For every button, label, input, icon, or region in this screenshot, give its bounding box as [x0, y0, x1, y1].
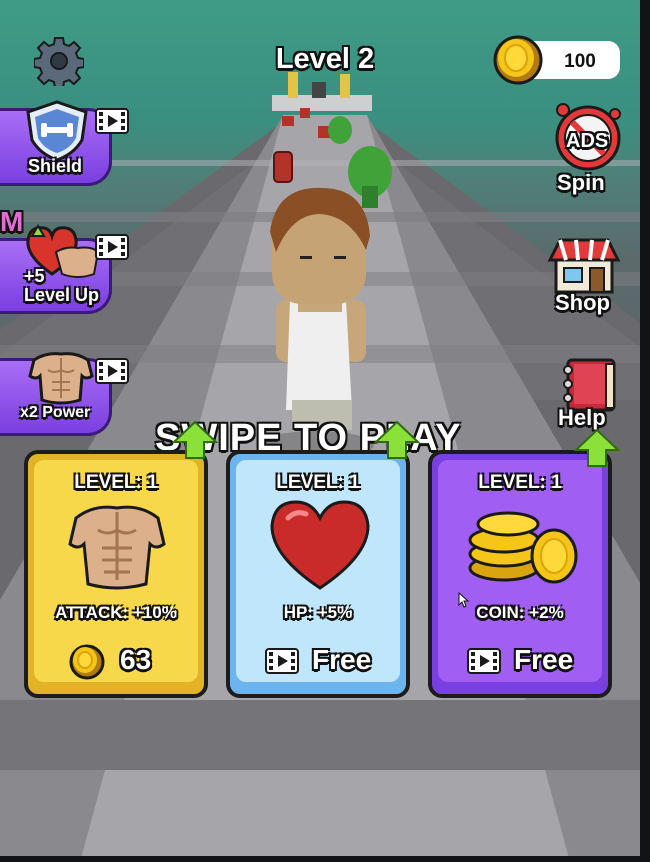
coin-cost[interactable]: Free	[514, 644, 573, 676]
attack-cost[interactable]: 63	[120, 644, 151, 676]
card-level: LEVEL: 1	[478, 472, 562, 493]
window-frame-bottom	[0, 856, 650, 862]
video-ad-icon	[95, 358, 129, 384]
card-stat: HP: +5%	[283, 603, 353, 622]
card-level: LEVEL: 1	[74, 472, 158, 493]
card-stat: ATTACK: +10%	[55, 603, 177, 622]
hp-upgrade-card[interactable]: LEVEL: 1 HP: +5% Free	[226, 450, 410, 698]
level-up-label: Level Up	[24, 285, 100, 305]
video-ad-icon	[467, 648, 501, 674]
window-frame-right	[640, 0, 650, 862]
edge-letter: M	[0, 206, 24, 237]
gold-coin-icon	[69, 644, 105, 680]
heart-icon	[270, 500, 370, 590]
gold-coin-icon	[493, 35, 543, 85]
spin-label[interactable]: Spin	[557, 170, 605, 196]
video-ad-icon	[95, 108, 129, 134]
upgrade-arrow-icon	[172, 420, 218, 459]
coin-upgrade-card[interactable]: LEVEL: 1 COIN: +2% Free	[428, 450, 612, 698]
coin-count: 100	[564, 51, 596, 72]
video-ad-icon	[265, 648, 299, 674]
level-up-amount: +5	[24, 266, 45, 286]
hp-cost[interactable]: Free	[312, 644, 371, 676]
upgrade-arrow-icon	[374, 420, 420, 459]
mouse-cursor-icon	[458, 592, 470, 608]
muscle-torso-icon	[28, 352, 94, 405]
video-ad-icon	[95, 234, 129, 260]
card-level: LEVEL: 1	[276, 472, 360, 493]
shop-icon[interactable]	[546, 236, 622, 294]
shield-icon	[26, 100, 88, 162]
x2-power-label: x2 Power	[20, 404, 91, 421]
attack-upgrade-card[interactable]: LEVEL: 1 ATTACK: +10% 63	[24, 450, 208, 698]
shop-label[interactable]: Shop	[555, 290, 610, 316]
game-screen[interactable]: Level 2 100 Shield M +5 Level Up x2 Powe…	[0, 0, 650, 862]
shield-label: Shield	[28, 156, 83, 176]
upgrade-arrow-icon	[574, 428, 620, 467]
muscle-torso-icon	[68, 505, 166, 590]
ads-badge: ADS	[566, 130, 609, 152]
coin-stack-icon	[468, 511, 578, 584]
